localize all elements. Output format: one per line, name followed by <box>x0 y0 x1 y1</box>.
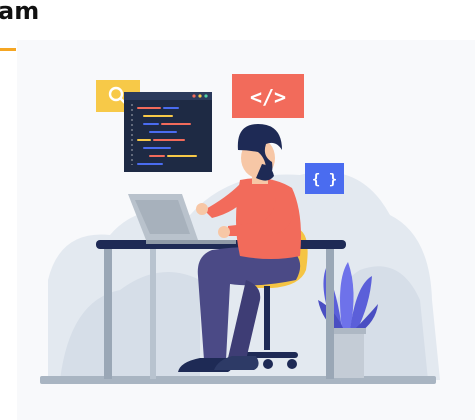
floor-line <box>40 376 436 384</box>
page: am </> {} <box>0 0 475 420</box>
code-editor-icon <box>124 92 212 172</box>
developer-illustration: </> { } <box>40 74 440 384</box>
code-tag: </> <box>232 74 304 118</box>
braces-tag: { } <box>305 163 344 194</box>
code-tag-icon: </> <box>250 85 286 109</box>
plant-pot <box>334 330 364 378</box>
braces-icon: { } <box>312 172 337 188</box>
